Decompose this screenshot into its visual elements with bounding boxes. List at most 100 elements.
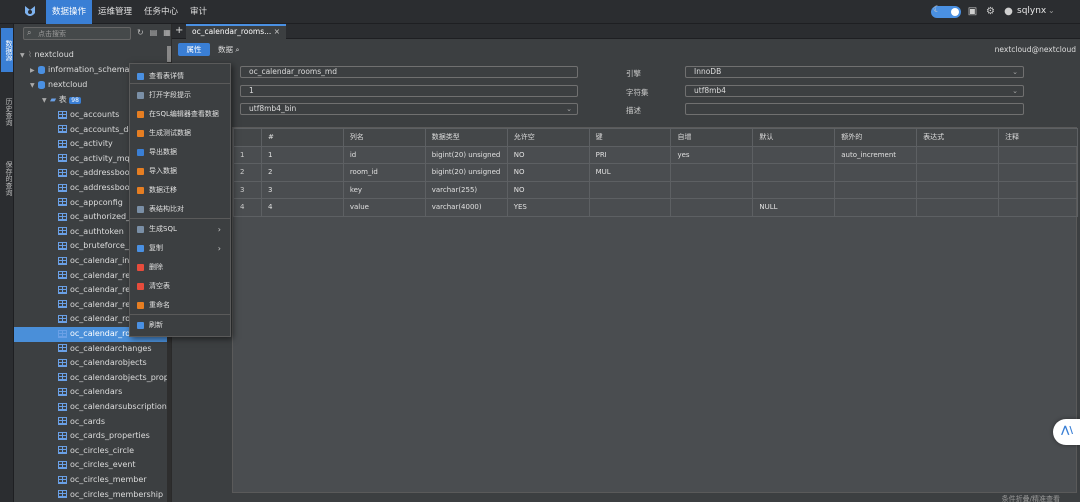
scrollbar-thumb[interactable] — [167, 46, 171, 62]
grid-cell[interactable] — [588, 198, 672, 217]
grid-cell[interactable] — [916, 163, 1000, 182]
grid-cell[interactable]: 2 — [260, 163, 344, 182]
tree-table-item[interactable]: oc_calendarobjects — [14, 356, 171, 371]
collation-select[interactable]: utf8mb4_bin ⌄ — [240, 103, 578, 115]
tree-table-item[interactable]: oc_calendarsubscriptions — [14, 400, 171, 415]
grid-cell[interactable]: yes — [670, 145, 754, 164]
grid-cell[interactable]: 3 — [260, 180, 344, 199]
menu-item[interactable]: 生成测试数据 — [130, 124, 230, 143]
menu-item[interactable]: 表结构比对 — [130, 200, 230, 219]
save-icon[interactable]: ▤ — [150, 28, 158, 37]
table-row[interactable]: 2 2 room_id bigint(20) unsigned NO MUL — [233, 163, 1078, 182]
grid-header-cell[interactable]: 注释 — [998, 128, 1078, 147]
grid-header-cell[interactable]: 默认 — [752, 128, 836, 147]
grid-cell[interactable] — [916, 145, 1000, 164]
grid-cell[interactable]: 1 — [233, 145, 262, 164]
tab-table-detail[interactable]: oc_calendar_rooms... × — [186, 24, 286, 39]
tree-table-item[interactable]: oc_circles_event — [14, 458, 171, 473]
data-button[interactable]: 数据 ⌕ — [218, 43, 240, 56]
tree-table-item[interactable]: oc_circles_membership — [14, 488, 171, 502]
grid-header-cell[interactable]: # — [260, 128, 344, 147]
rail-saved[interactable]: 保存的查询 — [1, 148, 13, 208]
grid-cell[interactable] — [588, 180, 672, 199]
grid-cell[interactable] — [916, 180, 1000, 199]
username[interactable]: sqlynx — [1017, 6, 1046, 16]
grid-cell[interactable] — [916, 198, 1000, 217]
grid-cell[interactable]: value — [342, 198, 426, 217]
tree-table-item[interactable]: oc_cards_properties — [14, 429, 171, 444]
tree-table-item[interactable]: oc_circles_circle — [14, 444, 171, 459]
grid-cell[interactable] — [998, 163, 1078, 182]
grid-cell[interactable]: NULL — [752, 198, 836, 217]
menu-item[interactable]: 重命名 — [130, 296, 230, 315]
menu-item[interactable]: 数据迁移 — [130, 181, 230, 200]
grid-header-cell[interactable]: 自增 — [670, 128, 754, 147]
description-field[interactable] — [685, 103, 1024, 115]
grid-cell[interactable]: varchar(4000) — [424, 198, 508, 217]
grid-cell[interactable]: bigint(20) unsigned — [424, 163, 508, 182]
new-tab-button[interactable]: + — [175, 25, 183, 36]
table-row[interactable]: 1 1 id bigint(20) unsigned NO PRI yes auto_incr… — [233, 145, 1078, 164]
grid-cell[interactable]: 4 — [233, 198, 262, 217]
grid-cell[interactable]: NO — [506, 163, 590, 182]
tree-table-item[interactable]: oc_calendars — [14, 385, 171, 400]
tree-table-item[interactable]: oc_calendarchanges — [14, 342, 171, 357]
tree-table-item[interactable]: oc_calendarobjects_props — [14, 371, 171, 386]
rail-history[interactable]: 历史查询 — [1, 82, 13, 142]
tree-search-input[interactable]: ⌕ 点击搜索 — [23, 27, 131, 40]
tree-table-item[interactable]: oc_circles_member — [14, 473, 171, 488]
grid-cell[interactable] — [670, 163, 754, 182]
tree-table-item[interactable]: oc_cards — [14, 415, 171, 430]
grid-header-cell[interactable] — [233, 128, 262, 147]
table-name-field[interactable]: oc_calendar_rooms_md — [240, 66, 578, 78]
grid-cell[interactable] — [998, 198, 1078, 217]
tree-root[interactable]: ▼ ⌇ nextcloud — [14, 48, 171, 63]
grid-header-cell[interactable]: 额外的 — [834, 128, 918, 147]
table-row[interactable]: 3 3 key varchar(255) NO — [233, 180, 1078, 199]
grid-cell[interactable]: PRI — [588, 145, 672, 164]
chevron-down-icon[interactable]: ⌄ — [1048, 6, 1055, 15]
menu-item[interactable]: 复制 › — [130, 239, 230, 258]
close-icon[interactable]: × — [274, 26, 280, 38]
rail-datasource[interactable]: 数据源 — [1, 28, 13, 72]
grid-cell[interactable]: 4 — [260, 198, 344, 217]
grid-cell[interactable]: MUL — [588, 163, 672, 182]
grid-header-cell[interactable]: 键 — [588, 128, 672, 147]
grid-cell[interactable]: room_id — [342, 163, 426, 182]
menu-item[interactable]: 生成SQL › — [130, 220, 230, 239]
grid-cell[interactable]: auto_increment — [834, 145, 918, 164]
grid-cell[interactable] — [834, 198, 918, 217]
user-avatar-icon[interactable]: ● — [1003, 6, 1014, 17]
grid-cell[interactable]: key — [342, 180, 426, 199]
grid-cell[interactable]: id — [342, 145, 426, 164]
grid-cell[interactable]: NO — [506, 145, 590, 164]
grid-cell[interactable]: 1 — [260, 145, 344, 164]
engine-select[interactable]: InnoDB ⌄ — [685, 66, 1024, 78]
grid-cell[interactable] — [752, 163, 836, 182]
nav-data-ops[interactable]: 数据操作 — [46, 0, 93, 24]
nav-task-center[interactable]: 任务中心 — [138, 0, 184, 24]
grid-cell[interactable] — [752, 145, 836, 164]
refresh-icon[interactable]: ↻ — [137, 28, 144, 37]
grid-cell[interactable]: bigint(20) unsigned — [424, 145, 508, 164]
floating-assistant-button[interactable]: ⋀\ — [1053, 419, 1080, 445]
grid-cell[interactable] — [670, 198, 754, 217]
grid-cell[interactable] — [834, 180, 918, 199]
grid-cell[interactable] — [670, 180, 754, 199]
settings-icon[interactable]: ⚙ — [985, 6, 996, 17]
table-row[interactable]: 4 4 value varchar(4000) YES NULL — [233, 198, 1078, 217]
menu-item[interactable]: 导出数据 — [130, 143, 230, 162]
grid-cell[interactable]: 2 — [233, 163, 262, 182]
grid-header-cell[interactable]: 列名 — [342, 128, 426, 147]
grid-cell[interactable]: NO — [506, 180, 590, 199]
grid-cell[interactable] — [834, 163, 918, 182]
charset-select[interactable]: utf8mb4 ⌄ — [685, 85, 1024, 97]
nav-ops-management[interactable]: 运维管理 — [92, 0, 138, 24]
grid-cell[interactable]: varchar(255) — [424, 180, 508, 199]
grid-cell[interactable] — [998, 145, 1078, 164]
menu-item[interactable]: 删除 — [130, 258, 230, 277]
menu-item[interactable]: 导入数据 — [130, 162, 230, 181]
menu-item[interactable]: 清空表 — [130, 277, 230, 296]
auto-increment-field[interactable]: 1 — [240, 85, 578, 97]
menu-item[interactable]: 刷新 — [130, 316, 230, 335]
